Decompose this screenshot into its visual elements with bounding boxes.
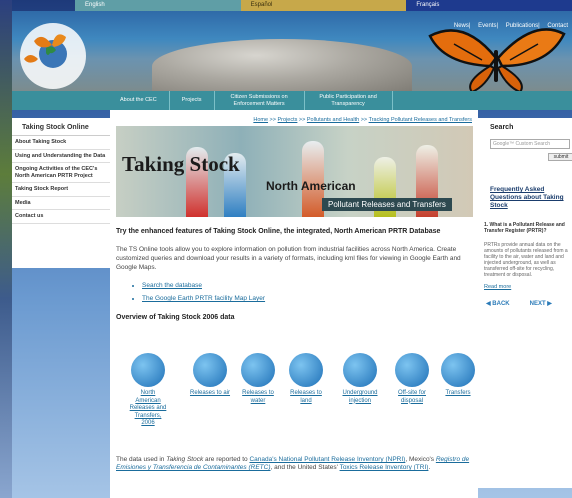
cec-logo[interactable] xyxy=(18,21,88,91)
left-sidebar: Taking Stock Online About Taking Stock U… xyxy=(12,118,110,268)
icon-underground[interactable]: Underground injection xyxy=(332,353,388,405)
banner-title: Taking Stock xyxy=(122,152,240,176)
site-header: News| Events| Publications| Contact xyxy=(12,11,572,94)
banner-subtitle: North American xyxy=(266,179,356,193)
faq-nav: ◀ BACK NEXT ▶ xyxy=(486,300,572,307)
npri-link[interactable]: Canada's National Pollutant Release Inve… xyxy=(249,456,405,463)
breadcrumb-health[interactable]: Pollutants and Health xyxy=(307,117,359,123)
taking-stock-banner: Taking Stock North American Pollutant Re… xyxy=(116,126,473,217)
sidebar-item-using-data[interactable]: Using and Understanding the Data xyxy=(12,150,110,163)
sidebar-title: Taking Stock Online xyxy=(12,118,110,136)
nav-public-participation[interactable]: Public Participation and Transparency xyxy=(305,91,393,110)
back-button[interactable]: ◀ BACK xyxy=(486,300,510,307)
top-link-contact[interactable]: Contact xyxy=(547,23,568,29)
lang-english[interactable]: English xyxy=(75,0,241,11)
overview-heading: Overview of Taking Stock 2006 data xyxy=(116,314,235,321)
data-source-note: The data used in Taking Stock are report… xyxy=(116,456,470,471)
sidebar-item-media[interactable]: Media xyxy=(12,197,110,210)
nav-about[interactable]: About the CEC xyxy=(108,91,170,110)
faq-question: 1. What is a Pollutant Release and Trans… xyxy=(484,222,565,234)
link-list: Search the database The Google Earth PRT… xyxy=(142,279,478,305)
faq-title[interactable]: Frequently Asked Questions about Taking … xyxy=(490,186,572,210)
search-input[interactable]: Google™ Custom Search xyxy=(490,139,570,149)
banner-tagline: Pollutant Releases and Transfers xyxy=(322,198,452,211)
icon-transfers[interactable]: Transfers xyxy=(438,353,478,398)
left-background-photo xyxy=(0,0,12,498)
land-icon xyxy=(289,353,323,387)
underground-icon xyxy=(343,353,377,387)
search-database-link[interactable]: Search the database xyxy=(142,282,202,289)
disposal-icon xyxy=(395,353,429,387)
breadcrumb: Home >> Projects >> Pollutants and Healt… xyxy=(253,117,472,123)
breadcrumb-projects[interactable]: Projects xyxy=(278,117,298,123)
nav-citizen-submissions[interactable]: Citizen Submissions on Enforcement Matte… xyxy=(215,91,305,110)
top-links: News| Events| Publications| Contact xyxy=(453,23,568,29)
icon-north-american[interactable]: North American Releases and Transfers, 2… xyxy=(128,353,168,428)
transfers-icon xyxy=(441,353,475,387)
google-earth-link[interactable]: The Google Earth PRTR facility Map Layer xyxy=(142,295,265,302)
intro-heading: Try the enhanced features of Taking Stoc… xyxy=(116,228,441,235)
icon-releases-land[interactable]: Releases to land xyxy=(285,353,327,405)
sidebar-item-report[interactable]: Taking Stock Report xyxy=(12,183,110,197)
nav-projects[interactable]: Projects xyxy=(170,91,215,110)
globe-icon xyxy=(131,353,165,387)
intro-paragraph: The TS Online tools allow you to explore… xyxy=(116,246,461,271)
lang-french[interactable]: Français xyxy=(406,0,572,11)
right-sidebar: Search Google™ Custom Search submit Freq… xyxy=(478,118,572,488)
icon-offsite[interactable]: Off-site for disposal xyxy=(392,353,432,405)
language-bar: English Español Français xyxy=(75,0,572,11)
tri-link[interactable]: Toxics Release Inventory (TRI) xyxy=(340,464,429,471)
top-link-events[interactable]: Events xyxy=(478,23,496,29)
water-icon xyxy=(241,353,275,387)
faq-answer: PRTRs provide annual data on the amounts… xyxy=(484,242,568,278)
icon-releases-water[interactable]: Releases to water xyxy=(237,353,279,405)
sidebar-item-contact[interactable]: Contact us xyxy=(12,210,110,224)
submit-button[interactable]: submit xyxy=(548,153,572,161)
main-nav: About the CEC Projects Citizen Submissio… xyxy=(12,91,572,110)
data-icons: North American Releases and Transfers, 2… xyxy=(12,353,475,443)
factory-air-icon xyxy=(193,353,227,387)
top-link-news[interactable]: News xyxy=(454,23,469,29)
read-more-link[interactable]: Read more xyxy=(484,284,572,290)
next-button[interactable]: NEXT ▶ xyxy=(530,300,552,307)
top-link-publications[interactable]: Publications xyxy=(506,23,538,29)
search-title: Search xyxy=(490,124,514,131)
breadcrumb-tracking[interactable]: Tracking Pollutant Releases and Transfer… xyxy=(369,117,472,123)
lang-spanish[interactable]: Español xyxy=(240,0,407,11)
sidebar-item-ongoing[interactable]: Ongoing Activities of the CEC's North Am… xyxy=(12,163,110,183)
icon-releases-air[interactable]: Releases to air xyxy=(189,353,231,398)
sidebar-item-about[interactable]: About Taking Stock xyxy=(12,136,110,150)
breadcrumb-home[interactable]: Home xyxy=(253,117,268,123)
monarch-butterfly-icon xyxy=(428,28,566,94)
rock-image xyxy=(152,39,412,94)
